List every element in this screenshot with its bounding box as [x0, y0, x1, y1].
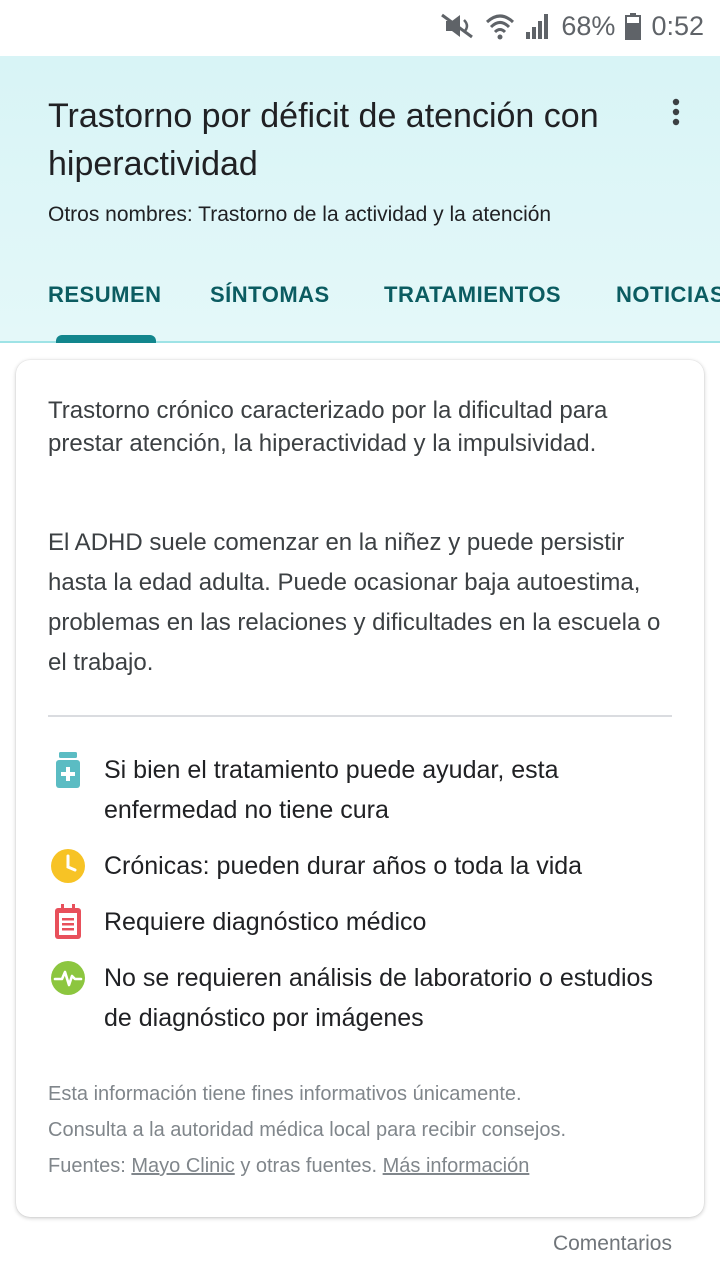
fact-text: Requiere diagnóstico médico — [104, 908, 427, 936]
fact-item-tests: No se requieren análisis de laboratorio … — [48, 958, 668, 1038]
sources-line: Fuentes: Mayo Clinic y otras fuentes. Má… — [48, 1148, 678, 1184]
knowledge-panel-header: Trastorno por déficit de atención con hi… — [0, 56, 720, 343]
more-options-button[interactable] — [656, 92, 696, 132]
summary-card: Trastorno crónico caracterizado por la d… — [16, 360, 704, 1217]
medicine-bottle-icon — [48, 750, 88, 790]
fact-item-duration: Crónicas: pueden durar años o toda la vi… — [48, 846, 668, 886]
tab-resumen[interactable]: RESUMEN — [48, 282, 162, 308]
battery-icon — [625, 12, 642, 40]
selected-tab-indicator — [56, 335, 156, 343]
mute-icon — [439, 12, 475, 40]
tab-tratamientos[interactable]: TRATAMIENTOS — [384, 282, 561, 308]
fact-text: No se requieren análisis de laboratorio … — [104, 964, 653, 1032]
details-text: El ADHD suele comenzar en la niñez y pue… — [48, 529, 661, 676]
more-info-link[interactable]: Más información — [383, 1155, 530, 1177]
wifi-icon — [485, 12, 515, 40]
status-icons: 68% 0:52 — [439, 8, 704, 44]
battery-percent: 68% — [561, 10, 616, 41]
fact-item-diagnosis: Requiere diagnóstico médico — [48, 902, 668, 942]
status-bar: 68% 0:52 — [0, 0, 720, 56]
clock-icon — [48, 846, 88, 886]
disclaimer-line-2: Consulta a la autoridad médica local par… — [48, 1119, 567, 1141]
fact-text: Crónicas: pueden durar años o toda la vi… — [104, 852, 583, 880]
tab-sintomas[interactable]: SÍNTOMAS — [210, 282, 330, 308]
disclaimer: Esta información tiene fines informativo… — [48, 1076, 678, 1184]
tab-noticias[interactable]: NOTICIAS — [616, 282, 720, 308]
sources-prefix: Fuentes: — [48, 1155, 126, 1177]
disclaimer-line-1: Esta información tiene fines informativo… — [48, 1083, 522, 1105]
feedback-link[interactable]: Comentarios — [553, 1232, 672, 1256]
mayo-clinic-link[interactable]: Mayo Clinic — [131, 1155, 234, 1177]
page-title: Trastorno por déficit de atención con hi… — [48, 97, 599, 183]
summary-text: Trastorno crónico caracterizado por la d… — [48, 397, 608, 457]
clock-time: 0:52 — [651, 10, 704, 41]
divider — [48, 715, 672, 717]
pulse-icon — [48, 958, 88, 998]
sources-suffix: y otras fuentes. — [240, 1155, 378, 1177]
signal-icon — [525, 12, 551, 40]
fact-item-treatment: Si bien el tratamiento puede ayudar, est… — [48, 750, 668, 830]
clipboard-icon — [48, 902, 88, 942]
tab-bar: RESUMEN SÍNTOMAS TRATAMIENTOS NOTICIAS — [0, 266, 720, 343]
other-names: Otros nombres: Trastorno de la actividad… — [48, 203, 552, 226]
fact-text: Si bien el tratamiento puede ayudar, est… — [104, 756, 559, 824]
more-vert-icon — [672, 98, 680, 126]
